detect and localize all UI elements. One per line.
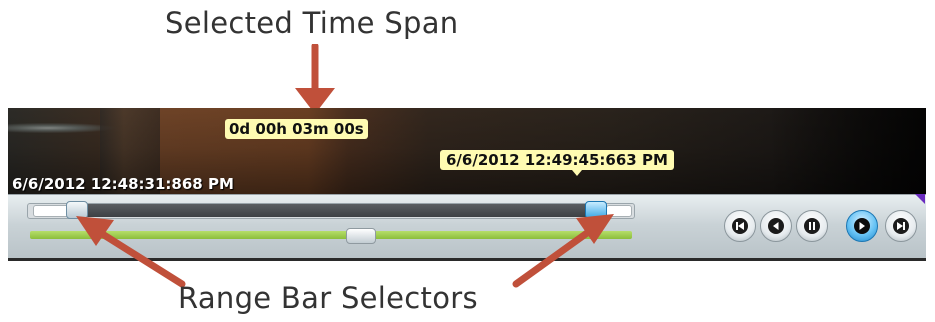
range-bar-left-end — [33, 205, 69, 217]
annotation-arrow-right-selector — [512, 214, 614, 288]
annotation-arrow-down — [295, 44, 335, 114]
video-dark-area — [768, 108, 926, 194]
selected-span-label: 0d 00h 03m 00s — [225, 119, 368, 139]
step-back-icon — [773, 222, 779, 230]
skip-start-icon — [736, 222, 744, 230]
range-end-time-label: 6/6/2012 12:49:45:663 PM — [440, 150, 674, 170]
playback-position-handle[interactable] — [346, 228, 376, 244]
skip-to-end-button[interactable] — [885, 210, 917, 242]
annotation-range-bar-selectors: Range Bar Selectors — [178, 281, 478, 315]
step-back-button[interactable] — [760, 210, 792, 242]
skip-to-start-button[interactable] — [724, 210, 756, 242]
pause-icon — [809, 222, 815, 230]
end-label-pointer — [572, 170, 582, 176]
corner-accent — [915, 194, 925, 204]
annotation-arrow-left-selector — [76, 216, 186, 288]
play-button[interactable] — [846, 210, 878, 242]
skip-end-icon — [897, 222, 905, 230]
range-start-time-label: 6/6/2012 12:48:31:868 PM — [12, 175, 234, 193]
annotation-selected-time-span: Selected Time Span — [165, 6, 459, 40]
play-icon — [859, 222, 865, 230]
pause-button[interactable] — [796, 210, 828, 242]
